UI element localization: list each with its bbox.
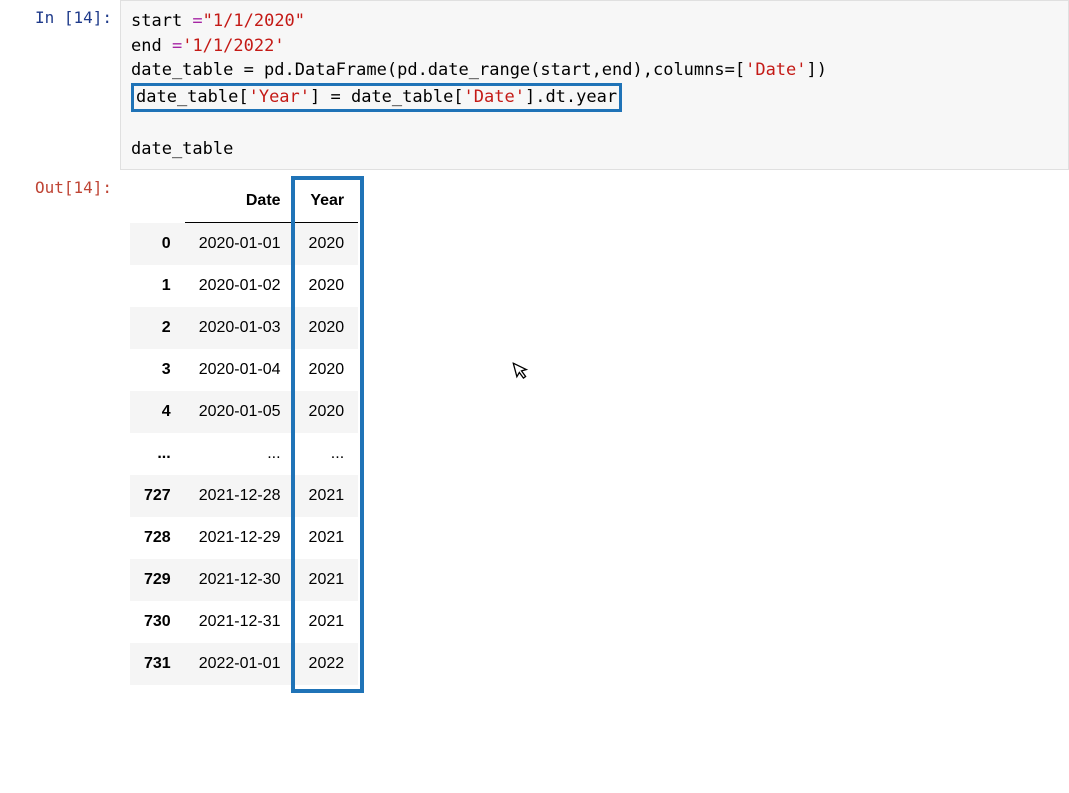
cell-year: 2021 <box>295 517 359 559</box>
row-index: 731 <box>130 643 185 685</box>
dataframe-table: Date Year 02020-01-01202012020-01-022020… <box>130 180 358 685</box>
cell-date: 2020-01-04 <box>185 349 295 391</box>
table-row: 7272021-12-282021 <box>130 475 358 517</box>
table-row: ......... <box>130 433 358 475</box>
table-row: 12020-01-022020 <box>130 265 358 307</box>
column-header-date: Date <box>185 180 295 223</box>
row-index: 2 <box>130 307 185 349</box>
code-token: ]) <box>807 60 827 80</box>
cell-year: 2022 <box>295 643 359 685</box>
cursor-icon <box>512 358 534 386</box>
cell-date: 2021-12-31 <box>185 601 295 643</box>
cell-year: 2020 <box>295 349 359 391</box>
table-row: 22020-01-032020 <box>130 307 358 349</box>
input-cell: In [14]: start ="1/1/2020" end ='1/1/202… <box>0 0 1069 170</box>
code-token: 'Date' <box>745 60 806 80</box>
cell-year: 2020 <box>295 265 359 307</box>
row-index: 3 <box>130 349 185 391</box>
row-index: 0 <box>130 223 185 266</box>
cell-year: 2020 <box>295 223 359 266</box>
output-cell: Out[14]: Date Year 02020-01-01202012020-… <box>0 170 1069 685</box>
code-token: date_table <box>131 139 233 159</box>
cell-date: 2020-01-05 <box>185 391 295 433</box>
row-index: 727 <box>130 475 185 517</box>
cell-date: 2021-12-29 <box>185 517 295 559</box>
code-token: ].dt.year <box>525 87 617 107</box>
row-index: 4 <box>130 391 185 433</box>
code-token: = <box>192 11 202 31</box>
cell-year: 2021 <box>295 559 359 601</box>
table-row: 7292021-12-302021 <box>130 559 358 601</box>
table-row: 7302021-12-312021 <box>130 601 358 643</box>
code-token: 'Year' <box>249 87 310 107</box>
row-index: ... <box>130 433 185 475</box>
highlight-annotation: date_table['Year'] = date_table['Date'].… <box>131 83 622 112</box>
index-header <box>130 180 185 223</box>
table-row: 02020-01-012020 <box>130 223 358 266</box>
cell-date: 2020-01-01 <box>185 223 295 266</box>
code-token: 'Date' <box>464 87 525 107</box>
row-index: 729 <box>130 559 185 601</box>
out-prompt: Out[14]: <box>0 170 120 197</box>
cell-year: 2021 <box>295 475 359 517</box>
table-row: 7282021-12-292021 <box>130 517 358 559</box>
in-prompt: In [14]: <box>0 0 120 27</box>
cell-date: 2021-12-30 <box>185 559 295 601</box>
column-header-year: Year <box>295 180 359 223</box>
code-token: end <box>131 36 172 56</box>
code-token: date_table = pd.DataFrame(pd.date_range(… <box>131 60 745 80</box>
code-token: '1/1/2022' <box>182 36 284 56</box>
row-index: 728 <box>130 517 185 559</box>
table-header-row: Date Year <box>130 180 358 223</box>
code-token: date_table[ <box>136 87 249 107</box>
cell-date: 2022-01-01 <box>185 643 295 685</box>
output-area: Date Year 02020-01-01202012020-01-022020… <box>120 170 1069 685</box>
cell-date: 2020-01-03 <box>185 307 295 349</box>
code-token: "1/1/2020" <box>203 11 305 31</box>
cell-date: 2021-12-28 <box>185 475 295 517</box>
row-index: 730 <box>130 601 185 643</box>
table-row: 42020-01-052020 <box>130 391 358 433</box>
cell-date: 2020-01-02 <box>185 265 295 307</box>
cell-year: ... <box>295 433 359 475</box>
table-row: 7312022-01-012022 <box>130 643 358 685</box>
table-row: 32020-01-042020 <box>130 349 358 391</box>
code-token: = <box>172 36 182 56</box>
code-token: start <box>131 11 192 31</box>
cell-year: 2020 <box>295 391 359 433</box>
cell-year: 2020 <box>295 307 359 349</box>
code-editor[interactable]: start ="1/1/2020" end ='1/1/2022' date_t… <box>120 0 1069 170</box>
row-index: 1 <box>130 265 185 307</box>
code-token: ] = date_table[ <box>310 87 464 107</box>
cell-year: 2021 <box>295 601 359 643</box>
cell-date: ... <box>185 433 295 475</box>
